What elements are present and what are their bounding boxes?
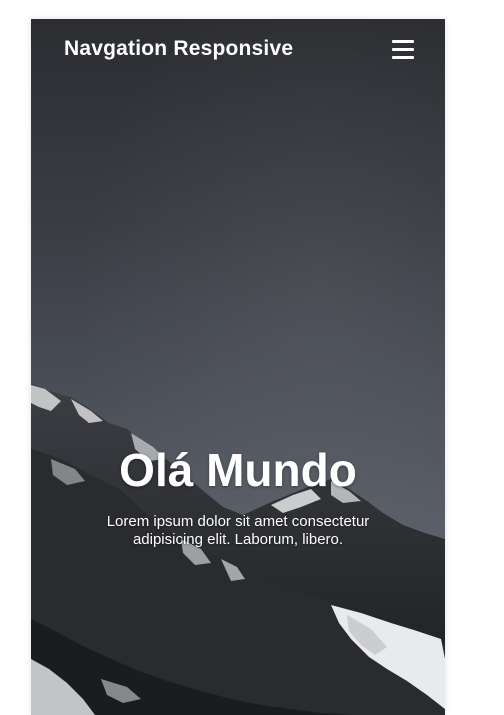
hamburger-menu-icon[interactable] [392, 39, 414, 59]
hamburger-bar [392, 39, 414, 43]
mountain-background-image [31, 383, 445, 715]
hero-title: Olá Mundo [119, 444, 357, 496]
hamburger-bar [392, 47, 414, 51]
hero-subtitle: Lorem ipsum dolor sit amet consectetur a… [106, 513, 370, 548]
hero-section: Olá Mundo Lorem ipsum dolor sit amet con… [31, 445, 445, 549]
brand-logo-link[interactable]: Navgation Responsive [64, 37, 293, 61]
page-viewport: Navgation Responsive Olá Mundo Lorem ips… [31, 19, 445, 715]
top-navbar: Navgation Responsive [31, 19, 445, 79]
hamburger-bar [392, 55, 414, 59]
